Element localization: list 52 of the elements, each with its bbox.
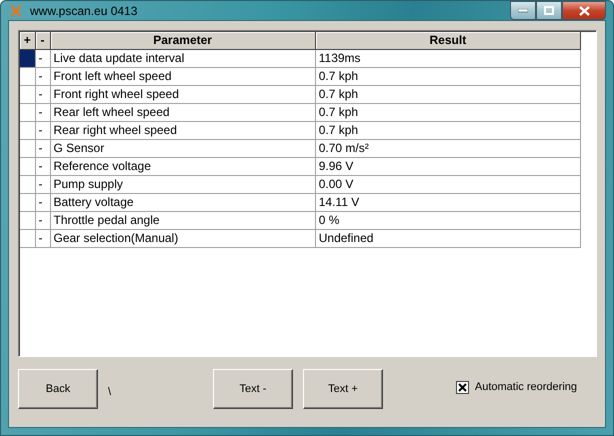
row-selector[interactable] — [20, 229, 35, 247]
table-cell: Front left wheel speed — [50, 67, 316, 85]
table-cell: Reference voltage — [50, 157, 316, 175]
checkbox-label: Automatic reordering — [474, 381, 577, 393]
minimize-button[interactable] — [510, 1, 536, 20]
table-cell: 0.00 V — [315, 175, 580, 193]
row-selector[interactable] — [20, 49, 35, 67]
table-cell: Undefined — [315, 229, 580, 247]
column-header[interactable]: - — [35, 32, 50, 49]
table-cell: 14.11 V — [315, 193, 580, 211]
close-button[interactable] — [562, 1, 606, 20]
row-selector[interactable] — [20, 67, 35, 85]
back-button[interactable]: Back — [18, 369, 98, 409]
text-smaller-button[interactable]: Text - — [213, 369, 293, 409]
table-cell: Battery voltage — [50, 193, 316, 211]
row-selector[interactable] — [20, 157, 35, 175]
table-cell: G Sensor — [50, 139, 316, 157]
table-cell: Live data update interval — [50, 49, 316, 67]
table-cell: Front right wheel speed — [50, 85, 316, 103]
table-cell: 1139ms — [315, 49, 580, 67]
table-cell: 0.7 kph — [315, 85, 580, 103]
row-selector[interactable] — [20, 211, 35, 229]
table-cell: Rear right wheel speed — [50, 121, 316, 139]
close-icon — [578, 6, 590, 16]
table-cell: 0 % — [315, 211, 580, 229]
table-cell: Rear left wheel speed — [50, 103, 316, 121]
table-cell: 0.7 kph — [315, 103, 580, 121]
row-selector[interactable] — [20, 193, 35, 211]
table-cell: 0.7 kph — [315, 67, 580, 85]
table-cell: Throttle pedal angle — [50, 211, 316, 229]
column-header[interactable]: + — [20, 32, 35, 49]
table-cell: Pump supply — [50, 175, 316, 193]
path-label: \ — [108, 386, 112, 398]
column-header[interactable]: Parameter — [50, 32, 316, 49]
table-cell: Gear selection(Manual) — [50, 229, 316, 247]
text-larger-button[interactable]: Text + — [303, 369, 383, 409]
row-selector[interactable] — [20, 85, 35, 103]
row-selector[interactable] — [20, 139, 35, 157]
minimize-icon — [518, 8, 528, 12]
window-title: www.pscan.eu 0413 — [30, 4, 138, 18]
app-logo-icon — [8, 2, 24, 18]
column-header[interactable]: Result — [315, 32, 580, 49]
row-selector[interactable] — [20, 103, 35, 121]
table-cell: 9.96 V — [315, 157, 580, 175]
maximize-icon — [544, 6, 554, 15]
row-selector[interactable] — [20, 175, 35, 193]
check-mark-icon — [458, 382, 467, 392]
table-cell: 0.70 m/s² — [315, 139, 580, 157]
row-selector[interactable] — [20, 121, 35, 139]
checkbox[interactable] — [456, 380, 469, 394]
table-cell: 0.7 kph — [315, 121, 580, 139]
maximize-button[interactable] — [536, 1, 562, 20]
